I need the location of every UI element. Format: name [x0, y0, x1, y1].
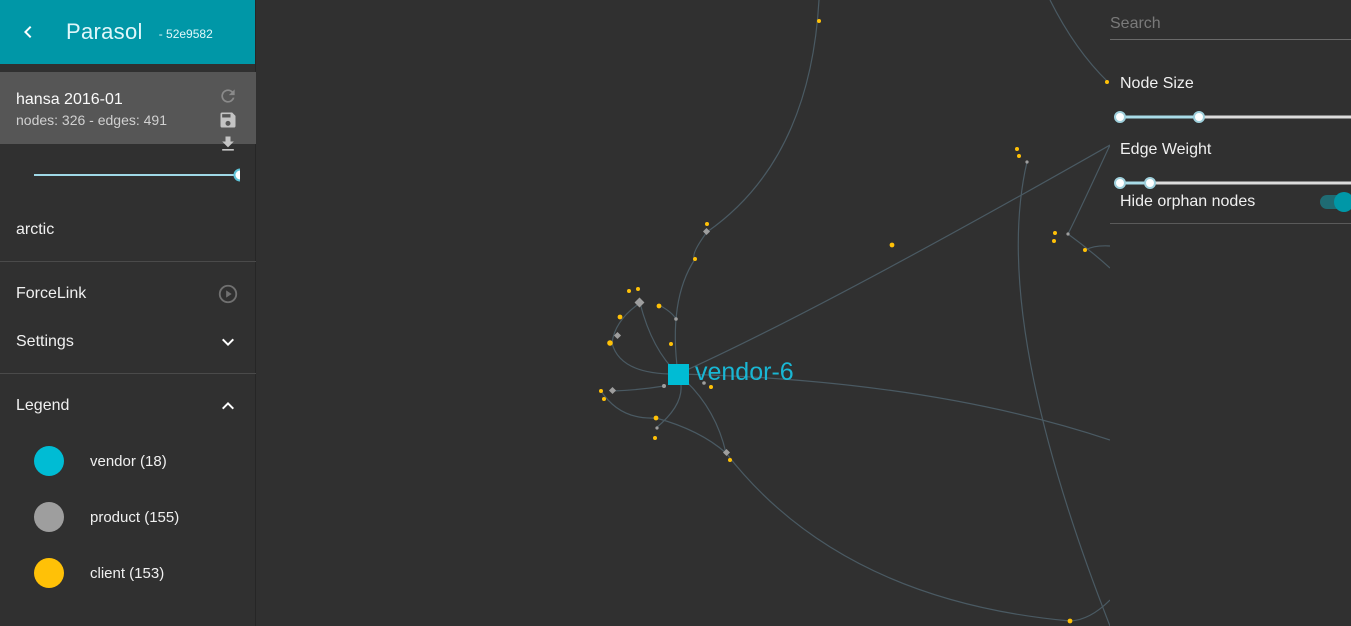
legend-label: Legend [16, 397, 70, 414]
refresh-icon[interactable] [218, 86, 238, 106]
search-input[interactable] [1110, 8, 1351, 40]
graph-name: hansa 2016-01 [16, 91, 123, 108]
settings-label: Settings [16, 333, 74, 350]
node-size-label: Node Size [1120, 75, 1194, 92]
legend-swatch [34, 558, 64, 588]
legend-item-label: vendor (18) [90, 452, 167, 470]
app-bar: Parasol - 52e9582 [0, 0, 255, 64]
settings-panel: Node Size Edge Weight Hide orphan nodes [1110, 0, 1351, 626]
app-title: Parasol [66, 19, 143, 44]
layout-forcelink-row[interactable]: ForceLink [0, 270, 256, 318]
chevron-down-icon [216, 330, 240, 354]
chevron-up-icon [216, 394, 240, 418]
filter-text[interactable]: arctic [16, 221, 54, 239]
legend-swatch [34, 446, 64, 476]
graph-edges [600, 0, 1110, 626]
chevron-left-icon [24, 26, 32, 38]
edge-weight-min-thumb [1114, 177, 1126, 189]
edge-weight-slider[interactable] [1110, 175, 1351, 191]
range-slider-thumb [233, 168, 240, 182]
save-icon[interactable] [218, 110, 238, 130]
legend-item-product[interactable]: product (155) [0, 497, 256, 537]
legend-item-vendor[interactable]: vendor (18) [0, 441, 256, 481]
app-version: - 52e9582 [158, 27, 213, 41]
download-icon[interactable] [218, 134, 238, 154]
divider [0, 261, 256, 262]
highlighted-node-label: vendor-6 [695, 358, 794, 386]
product-nodes [608, 160, 1070, 457]
node-size-min-thumb [1114, 111, 1126, 123]
hide-orphans-label: Hide orphan nodes [1120, 193, 1256, 210]
range-slider[interactable] [34, 165, 240, 185]
node-size-slider[interactable] [1110, 109, 1351, 125]
back-button[interactable] [0, 0, 56, 64]
layout-label: ForceLink [16, 285, 87, 302]
legend-item-label: client (153) [90, 564, 165, 582]
legend-item-label: product (155) [90, 508, 180, 526]
edge-weight-max-thumb [1144, 177, 1156, 189]
legend-row[interactable]: Legend [0, 382, 256, 430]
play-circle-icon[interactable] [216, 282, 240, 306]
sidebar: Parasol - 52e9582 hansa 2016-01 nodes: 3… [0, 0, 256, 626]
graph-stats: nodes: 326 - edges: 491 [16, 112, 168, 128]
hide-orphans-toggle[interactable] [1320, 191, 1351, 213]
settings-row[interactable]: Settings [0, 318, 256, 366]
divider [0, 373, 256, 374]
divider [1110, 223, 1351, 224]
graph-canvas[interactable] [257, 0, 1110, 626]
graph-card[interactable]: hansa 2016-01 nodes: 326 - edges: 491 [0, 72, 256, 151]
legend-item-client[interactable]: client (153) [0, 553, 256, 593]
node-size-max-thumb [1193, 111, 1205, 123]
legend-swatch [34, 502, 64, 532]
edge-weight-label: Edge Weight [1120, 141, 1212, 158]
vendor-node-selected [668, 364, 689, 385]
